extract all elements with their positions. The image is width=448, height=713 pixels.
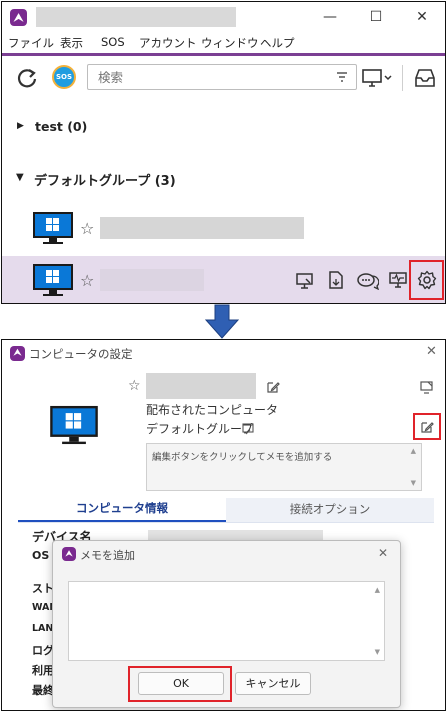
menu-bar: ファイル 表示 SOS アカウント ウィンドウ ヘルプ bbox=[2, 33, 445, 53]
refresh-icon[interactable] bbox=[16, 67, 38, 89]
file-transfer-icon[interactable] bbox=[328, 271, 344, 289]
inbox-icon[interactable] bbox=[414, 68, 436, 88]
device-row-selected[interactable]: ☆ bbox=[2, 256, 445, 303]
favorite-star-icon[interactable]: ☆ bbox=[80, 219, 94, 238]
scroll-down-icon[interactable]: ▼ bbox=[411, 479, 416, 487]
main-window: ⮝ — ☐ ✕ ファイル 表示 SOS アカウント ウィンドウ ヘルプ SOS bbox=[1, 1, 446, 304]
minimize-button[interactable]: — bbox=[320, 7, 340, 27]
remote-connect-icon[interactable] bbox=[420, 380, 434, 394]
search-input[interactable] bbox=[88, 65, 318, 89]
collapse-arrow-icon[interactable]: ▼ bbox=[16, 172, 24, 183]
favorite-star-icon[interactable]: ☆ bbox=[80, 271, 94, 290]
menu-view[interactable]: 表示 bbox=[60, 35, 83, 51]
expand-arrow-icon[interactable]: ▶ bbox=[17, 121, 24, 131]
device-name-redacted bbox=[100, 217, 304, 239]
window-title-redacted bbox=[36, 7, 236, 27]
lan-label: LAN bbox=[32, 623, 54, 634]
menu-file[interactable]: ファイル bbox=[8, 35, 54, 51]
windows-monitor-icon bbox=[33, 264, 73, 296]
menu-sos[interactable]: SOS bbox=[101, 35, 125, 49]
menu-window[interactable]: ウィンドウ bbox=[201, 35, 259, 51]
usage-label: 利用 bbox=[32, 664, 54, 677]
remote-control-icon[interactable] bbox=[296, 273, 314, 289]
gear-icon[interactable] bbox=[417, 270, 437, 290]
maximize-button[interactable]: ☐ bbox=[366, 7, 386, 27]
group-label: デフォルトグループ bbox=[146, 422, 254, 436]
tab-connection-options[interactable]: 接続オプション bbox=[226, 498, 434, 522]
close-button[interactable]: ✕ bbox=[426, 344, 437, 359]
favorite-star-icon[interactable]: ☆ bbox=[128, 378, 141, 394]
search-field[interactable] bbox=[87, 64, 357, 90]
memo-placeholder: 編集ボタンをクリックしてメモを追加する bbox=[152, 452, 333, 463]
monitor-activity-icon[interactable] bbox=[389, 272, 407, 288]
tab-computer-info[interactable]: コンピュータ情報 bbox=[18, 498, 226, 522]
window-title: コンピュータの設定 bbox=[29, 347, 133, 361]
windows-monitor-icon bbox=[33, 212, 73, 244]
add-memo-dialog: ⮝ メモを追加 ✕ ▲ ▼ OK キャンセル bbox=[52, 540, 401, 708]
title-bar: ⮝ — ☐ ✕ bbox=[2, 2, 445, 32]
distributed-label: 配布されたコンピュータ bbox=[146, 403, 279, 417]
display-dropdown-icon[interactable] bbox=[362, 68, 394, 88]
memo-area[interactable]: 編集ボタンをクリックしてメモを追加する ▲ ▼ bbox=[146, 443, 422, 491]
scroll-up-icon[interactable]: ▲ bbox=[411, 447, 416, 455]
device-name-redacted bbox=[146, 373, 256, 399]
group-test-label[interactable]: test (0) bbox=[35, 119, 87, 134]
chat-icon[interactable] bbox=[357, 272, 379, 290]
computer-settings-window: ⮝ コンピュータの設定 ✕ ☆ 配布されたコンピュータ デフォルトグループ 編集… bbox=[1, 339, 446, 711]
edit-memo-icon[interactable] bbox=[420, 420, 434, 434]
device-row[interactable]: ☆ bbox=[2, 206, 445, 252]
device-name-redacted bbox=[100, 269, 204, 291]
windows-monitor-icon bbox=[50, 405, 98, 445]
last-label: 最終 bbox=[32, 684, 54, 697]
cancel-button[interactable]: キャンセル bbox=[235, 672, 311, 695]
toolbar-separator bbox=[402, 65, 403, 91]
app-logo-icon: ⮝ bbox=[10, 9, 27, 26]
edit-name-icon[interactable] bbox=[266, 380, 280, 394]
memo-textarea[interactable]: ▲ ▼ bbox=[68, 581, 385, 661]
tab-divider bbox=[18, 522, 434, 523]
app-logo-icon: ⮝ bbox=[62, 547, 76, 561]
group-edit-icon[interactable] bbox=[242, 422, 255, 435]
filter-icon[interactable] bbox=[336, 71, 348, 83]
down-arrow-icon bbox=[204, 304, 240, 339]
scroll-up-icon[interactable]: ▲ bbox=[375, 586, 380, 594]
dialog-title: メモを追加 bbox=[80, 549, 135, 562]
close-button[interactable]: ✕ bbox=[412, 7, 432, 27]
group-default-label[interactable]: デフォルトグループ (3) bbox=[34, 170, 176, 189]
app-logo-icon: ⮝ bbox=[10, 346, 25, 361]
menu-account[interactable]: アカウント bbox=[139, 35, 197, 51]
scroll-down-icon[interactable]: ▼ bbox=[375, 648, 380, 656]
dialog-close-button[interactable]: ✕ bbox=[378, 546, 388, 560]
ok-button[interactable]: OK bbox=[138, 672, 224, 695]
sos-icon[interactable]: SOS bbox=[52, 65, 76, 89]
menu-help[interactable]: ヘルプ bbox=[260, 35, 295, 51]
toolbar: SOS bbox=[2, 56, 445, 100]
